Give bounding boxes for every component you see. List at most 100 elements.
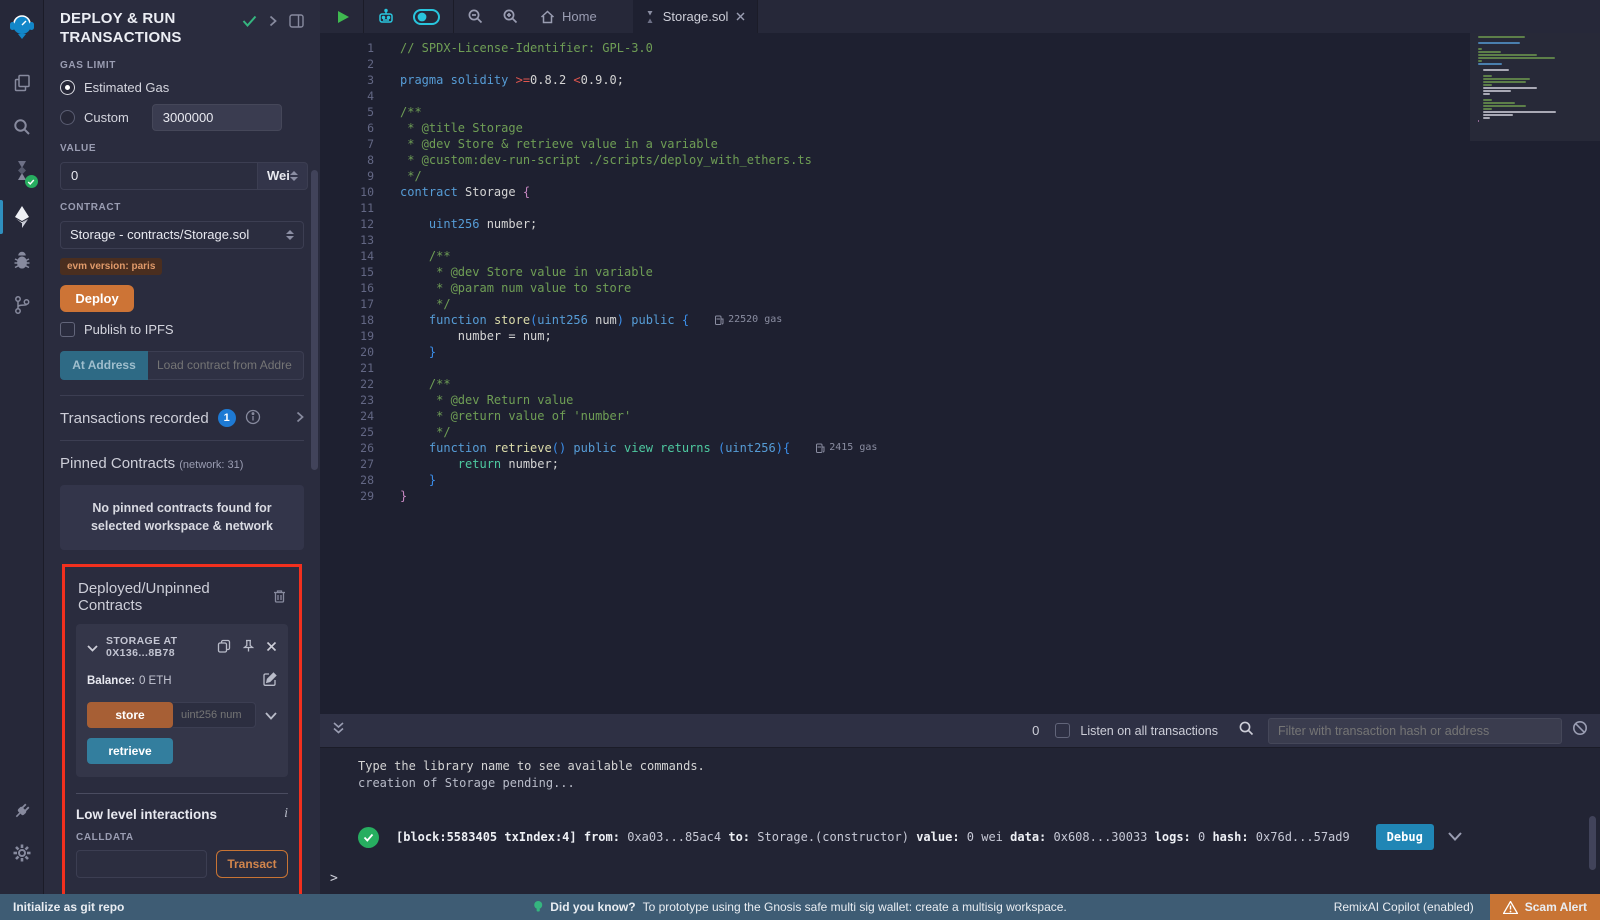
contract-instance-label[interactable]: STORAGE AT 0X136...8B78 <box>106 635 209 659</box>
scam-alert-button[interactable]: Scam Alert <box>1490 894 1600 920</box>
terminal-prompt[interactable]: > <box>330 871 338 886</box>
code-line[interactable]: 13 <box>320 232 1600 248</box>
publish-ipfs-checkbox[interactable] <box>60 322 75 337</box>
at-address-button[interactable]: At Address <box>60 351 148 380</box>
zoom-out-icon[interactable] <box>458 0 493 33</box>
code-line[interactable]: 18 function store(uint256 num) public {2… <box>320 312 1600 328</box>
code-line[interactable]: 16 * @param num value to store <box>320 280 1600 296</box>
run-script-icon[interactable] <box>320 0 359 33</box>
publish-ipfs-option[interactable]: Publish to IPFS <box>60 322 304 337</box>
calldata-input[interactable] <box>76 850 207 878</box>
pin-contract-icon[interactable] <box>242 639 255 656</box>
minimap[interactable] <box>1478 36 1586 123</box>
retrieve-function-button[interactable]: retrieve <box>87 738 173 764</box>
code-text: * @title Storage <box>374 120 523 136</box>
code-line[interactable]: 23 * @dev Return value <box>320 392 1600 408</box>
code-line[interactable]: 4 <box>320 88 1600 104</box>
code-line[interactable]: 24 * @return value of 'number' <box>320 408 1600 424</box>
close-tab-icon[interactable] <box>736 12 745 21</box>
home-tab[interactable]: Home <box>528 9 609 24</box>
terminal-search-icon[interactable] <box>1238 720 1254 741</box>
settings-gear-icon[interactable] <box>0 834 44 872</box>
transaction-log-row[interactable]: [block:5583405 txIndex:4] from: 0xa03...… <box>358 824 1600 850</box>
code-line[interactable]: 21 <box>320 360 1600 376</box>
terminal-output[interactable]: Type the library name to see available c… <box>320 748 1600 894</box>
trash-icon[interactable] <box>273 589 286 606</box>
deploy-run-icon[interactable] <box>0 198 44 236</box>
pin-panel-icon[interactable] <box>289 14 304 31</box>
expand-args-chevron-icon[interactable] <box>265 708 277 723</box>
clear-terminal-icon[interactable] <box>1572 720 1588 741</box>
code-content[interactable]: 1// SPDX-License-Identifier: GPL-3.023pr… <box>320 33 1600 714</box>
terminal-scrollbar[interactable] <box>1589 816 1596 870</box>
solidity-compiler-icon[interactable] <box>0 152 44 190</box>
value-input[interactable] <box>60 162 258 190</box>
code-line[interactable]: 7 * @dev Store & retrieve value in a var… <box>320 136 1600 152</box>
debug-button[interactable]: Debug <box>1376 824 1434 850</box>
code-line[interactable]: 8 * @custom:dev-run-script ./scripts/dep… <box>320 152 1600 168</box>
code-line[interactable]: 17 */ <box>320 296 1600 312</box>
info-icon[interactable] <box>245 409 261 428</box>
transact-button[interactable]: Transact <box>216 850 288 878</box>
custom-gas-option[interactable]: Custom <box>60 104 304 131</box>
code-line[interactable]: 6 * @title Storage <box>320 120 1600 136</box>
terminal-filter-input[interactable] <box>1268 718 1562 744</box>
low-level-info-icon[interactable]: i <box>284 806 288 822</box>
code-line[interactable]: 5/** <box>320 104 1600 120</box>
code-line[interactable]: 9 */ <box>320 168 1600 184</box>
custom-gas-radio[interactable] <box>60 110 75 125</box>
edit-balance-icon[interactable] <box>263 672 277 689</box>
file-explorer-icon[interactable] <box>0 64 44 102</box>
zoom-in-icon[interactable] <box>493 0 528 33</box>
code-line[interactable]: 22 /** <box>320 376 1600 392</box>
code-line[interactable]: 10contract Storage { <box>320 184 1600 200</box>
ai-copilot-robot-icon[interactable] <box>368 0 404 33</box>
code-line[interactable]: 29} <box>320 488 1600 504</box>
transactions-recorded-row[interactable]: Transactions recorded 1 <box>60 396 304 440</box>
copilot-status[interactable]: RemixAI Copilot (enabled) <box>1334 900 1490 914</box>
collapse-chevron-icon[interactable] <box>87 640 98 655</box>
code-line[interactable]: 26 function retrieve() public view retur… <box>320 440 1600 456</box>
copy-address-icon[interactable] <box>217 639 231 656</box>
debugger-icon[interactable] <box>0 242 44 280</box>
listen-all-checkbox[interactable] <box>1055 723 1070 738</box>
code-line[interactable]: 1// SPDX-License-Identifier: GPL-3.0 <box>320 40 1600 56</box>
collapse-terminal-icon[interactable] <box>332 721 345 740</box>
expand-chevron-icon[interactable] <box>296 411 304 426</box>
code-line[interactable]: 14 /** <box>320 248 1600 264</box>
remove-contract-icon[interactable] <box>266 640 277 655</box>
deployed-contract-card: STORAGE AT 0X136...8B78 Balance: 0 ETH <box>76 624 288 777</box>
git-init-button[interactable]: Initialize as git repo <box>0 900 124 914</box>
chevron-right-icon[interactable] <box>269 15 277 30</box>
store-function-button[interactable]: store <box>87 702 173 728</box>
contract-select[interactable]: Storage - contracts/Storage.sol <box>60 221 304 249</box>
tab-storage-sol[interactable]: Storage.sol <box>633 0 759 33</box>
line-number: 15 <box>320 264 374 280</box>
line-number: 2 <box>320 56 374 72</box>
custom-gas-input[interactable] <box>152 104 282 131</box>
plugin-manager-icon[interactable] <box>0 792 44 830</box>
code-line[interactable]: 15 * @dev Store value in variable <box>320 264 1600 280</box>
search-icon[interactable] <box>0 108 44 146</box>
expand-tx-chevron-icon[interactable] <box>1448 830 1462 844</box>
code-line[interactable]: 28 } <box>320 472 1600 488</box>
panel-scrollbar[interactable] <box>311 170 318 470</box>
git-icon[interactable] <box>0 286 44 324</box>
code-line[interactable]: 27 return number; <box>320 456 1600 472</box>
remix-logo-icon[interactable] <box>0 8 44 46</box>
code-line[interactable]: 2 <box>320 56 1600 72</box>
code-line[interactable]: 3pragma solidity >=0.8.2 <0.9.0; <box>320 72 1600 88</box>
estimated-gas-option[interactable]: Estimated Gas <box>60 80 304 95</box>
store-arg-input[interactable] <box>173 702 256 728</box>
at-address-input[interactable] <box>148 351 304 380</box>
estimated-gas-radio[interactable] <box>60 80 75 95</box>
value-unit-select[interactable]: Wei <box>258 162 308 190</box>
code-line[interactable]: 25 */ <box>320 424 1600 440</box>
deploy-button[interactable]: Deploy <box>60 285 134 312</box>
code-line[interactable]: 20 } <box>320 344 1600 360</box>
code-line[interactable]: 12 uint256 number; <box>320 216 1600 232</box>
code-line[interactable]: 19 number = num; <box>320 328 1600 344</box>
copilot-toggle[interactable] <box>404 0 449 33</box>
code-line[interactable]: 11 <box>320 200 1600 216</box>
lightbulb-icon <box>533 900 543 914</box>
